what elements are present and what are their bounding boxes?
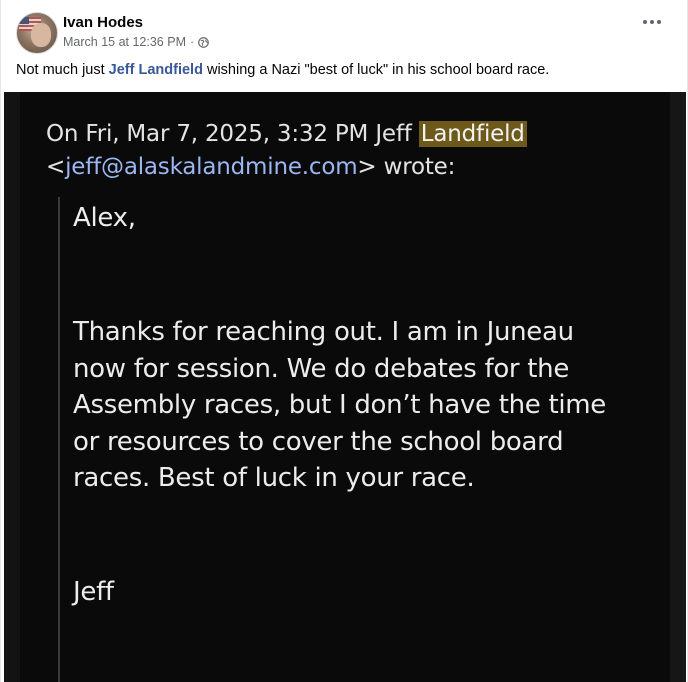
caption-text-before: Not much just: [16, 62, 109, 78]
highlighted-name: Landfield: [418, 121, 527, 147]
caption-profile-link[interactable]: Jeff Landfield: [109, 62, 203, 78]
email-signature: Jeff: [73, 577, 114, 607]
email-message-line: now for session. We do debates for the: [73, 353, 570, 384]
email-quote-header: On Fri, Mar 7, 2025, 3:32 PM Jeff Landfi…: [46, 118, 660, 184]
email-address-link[interactable]: jeff@alaskalandmine.com: [65, 154, 358, 180]
post-screenshot-image[interactable]: On Fri, Mar 7, 2025, 3:32 PM Jeff Landfi…: [4, 92, 686, 682]
email-message-line: races. Best of luck in your race.: [73, 463, 475, 493]
email-message-line: Assembly races, but I don’t have the tim…: [73, 390, 606, 420]
meta-separator: ·: [189, 35, 195, 49]
author-avatar[interactable]: [16, 12, 58, 54]
email-header-line-2: <jeff@alaskalandmine.com> wrote:: [46, 151, 660, 184]
quote-bar: [58, 197, 60, 682]
caption-text-after: wishing a Nazi "best of luck" in his sch…: [202, 62, 550, 78]
email-message-line: or resources to cover the school board: [73, 426, 564, 457]
more-options-icon[interactable]: [643, 20, 661, 26]
facebook-post: Ivan Hodes March 15 at 12:36 PM · Not mu…: [0, 0, 688, 682]
email-message: Thanks for reaching out. I am in Juneau …: [73, 314, 606, 497]
email-angle-open: <: [46, 154, 66, 180]
author-name[interactable]: Ivan Hodes: [63, 14, 143, 31]
more-dot: [643, 20, 647, 24]
post-meta: March 15 at 12:36 PM ·: [63, 35, 210, 49]
email-greeting: Alex,: [73, 203, 136, 233]
email-wrote-text: > wrote:: [357, 154, 456, 180]
more-dot: [657, 20, 661, 24]
email-header-date: On Fri, Mar 7, 2025, 3:32 PM Jeff: [46, 121, 419, 147]
post-caption: Not much just Jeff Landfield wishing a N…: [16, 62, 549, 78]
more-dot: [650, 20, 654, 24]
globe-icon[interactable]: [198, 36, 210, 48]
email-message-line: Thanks for reaching out. I am in Juneau: [73, 317, 574, 347]
email-header-line-1: On Fri, Mar 7, 2025, 3:32 PM Jeff Landfi…: [46, 118, 660, 151]
avatar-face-graphic: [31, 23, 51, 47]
post-timestamp[interactable]: March 15 at 12:36 PM: [63, 35, 186, 49]
